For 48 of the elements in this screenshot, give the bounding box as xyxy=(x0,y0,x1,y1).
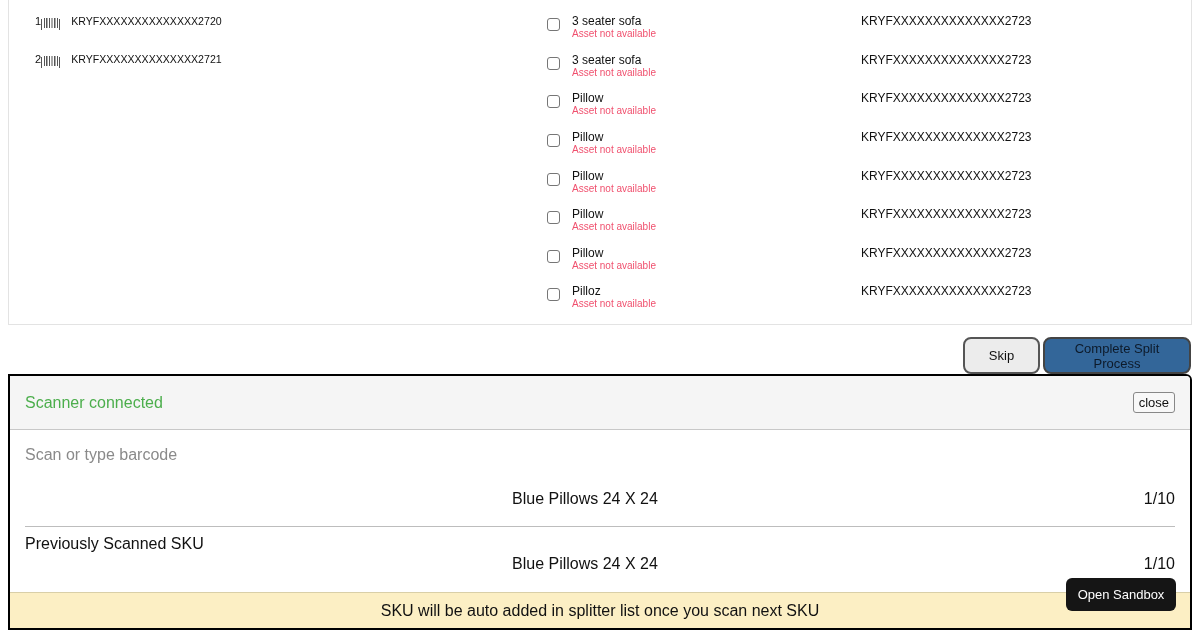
asset-status: Asset not available xyxy=(572,259,657,272)
barcode-text: KRYFXXXXXXXXXXXXXX2723 xyxy=(861,169,1032,183)
asset-name: 3 seater sofa xyxy=(572,15,643,28)
sku-name: Blue Pillows 24 X 24 xyxy=(512,489,658,509)
section-heading: Previously Scanned SKU xyxy=(25,534,204,554)
close-button[interactable]: close xyxy=(1132,392,1175,413)
checkbox[interactable] xyxy=(547,211,560,225)
barcode-text: KRYFXXXXXXXXXXXXXX2723 xyxy=(861,246,1032,260)
item-number: 2 xyxy=(35,53,42,66)
asset-name: Pillow xyxy=(572,246,605,260)
asset-status: Asset not available xyxy=(572,66,657,79)
asset-status: Asset not available xyxy=(572,298,657,311)
barcode-text: KRYFXXXXXXXXXXXXXX2723 xyxy=(861,130,1032,144)
barcode-text: KRYFXXXXXXXXXXXXXX2723 xyxy=(861,53,1032,67)
barcode-text: KRYFXXXXXXXXXXXXXX2720 xyxy=(71,15,222,28)
scanner-status: Scanner connected xyxy=(25,392,163,413)
asset-status: Asset not available xyxy=(572,182,657,195)
sku-count: 1/10 xyxy=(1143,489,1175,509)
checkbox[interactable] xyxy=(547,288,560,302)
barcode-input-field[interactable]: Scan or type barcode xyxy=(25,444,1175,466)
barcode-icon xyxy=(41,55,61,68)
barcode-text: KRYFXXXXXXXXXXXXXX2723 xyxy=(861,92,1032,106)
asset-name: Pillow xyxy=(572,92,605,106)
checkbox[interactable] xyxy=(547,95,560,109)
skip-button[interactable]: Skip xyxy=(963,337,1040,374)
asset-name: Pillow xyxy=(572,169,605,183)
item-number: 1 xyxy=(35,15,42,28)
checkbox[interactable] xyxy=(547,249,560,263)
open-sandbox-button[interactable]: Open Sandbox xyxy=(1066,578,1176,611)
checkbox[interactable] xyxy=(547,56,560,70)
checkbox[interactable] xyxy=(547,18,560,31)
asset-name: 3 seater sofa xyxy=(572,53,643,67)
checkbox[interactable] xyxy=(547,172,560,186)
checkbox[interactable] xyxy=(547,133,560,147)
asset-name: Pillow xyxy=(572,130,605,144)
barcode-text: KRYFXXXXXXXXXXXXXX2723 xyxy=(861,285,1032,299)
asset-status: Asset not available xyxy=(572,105,657,118)
asset-status: Asset not available xyxy=(572,28,657,40)
asset-name: Pillow xyxy=(572,208,605,222)
barcode-text: KRYFXXXXXXXXXXXXXX2723 xyxy=(861,15,1032,28)
sku-name: Blue Pillows 24 X 24 xyxy=(512,554,658,574)
barcode-text: KRYFXXXXXXXXXXXXXX2723 xyxy=(861,208,1032,222)
barcode-icon xyxy=(41,17,61,30)
asset-status: Asset not available xyxy=(572,143,657,156)
asset-name: Pilloz xyxy=(572,285,602,299)
asset-status: Asset not available xyxy=(572,221,657,234)
sku-count: 1/10 xyxy=(1143,554,1175,574)
barcode-text: KRYFXXXXXXXXXXXXXX2721 xyxy=(71,53,222,66)
